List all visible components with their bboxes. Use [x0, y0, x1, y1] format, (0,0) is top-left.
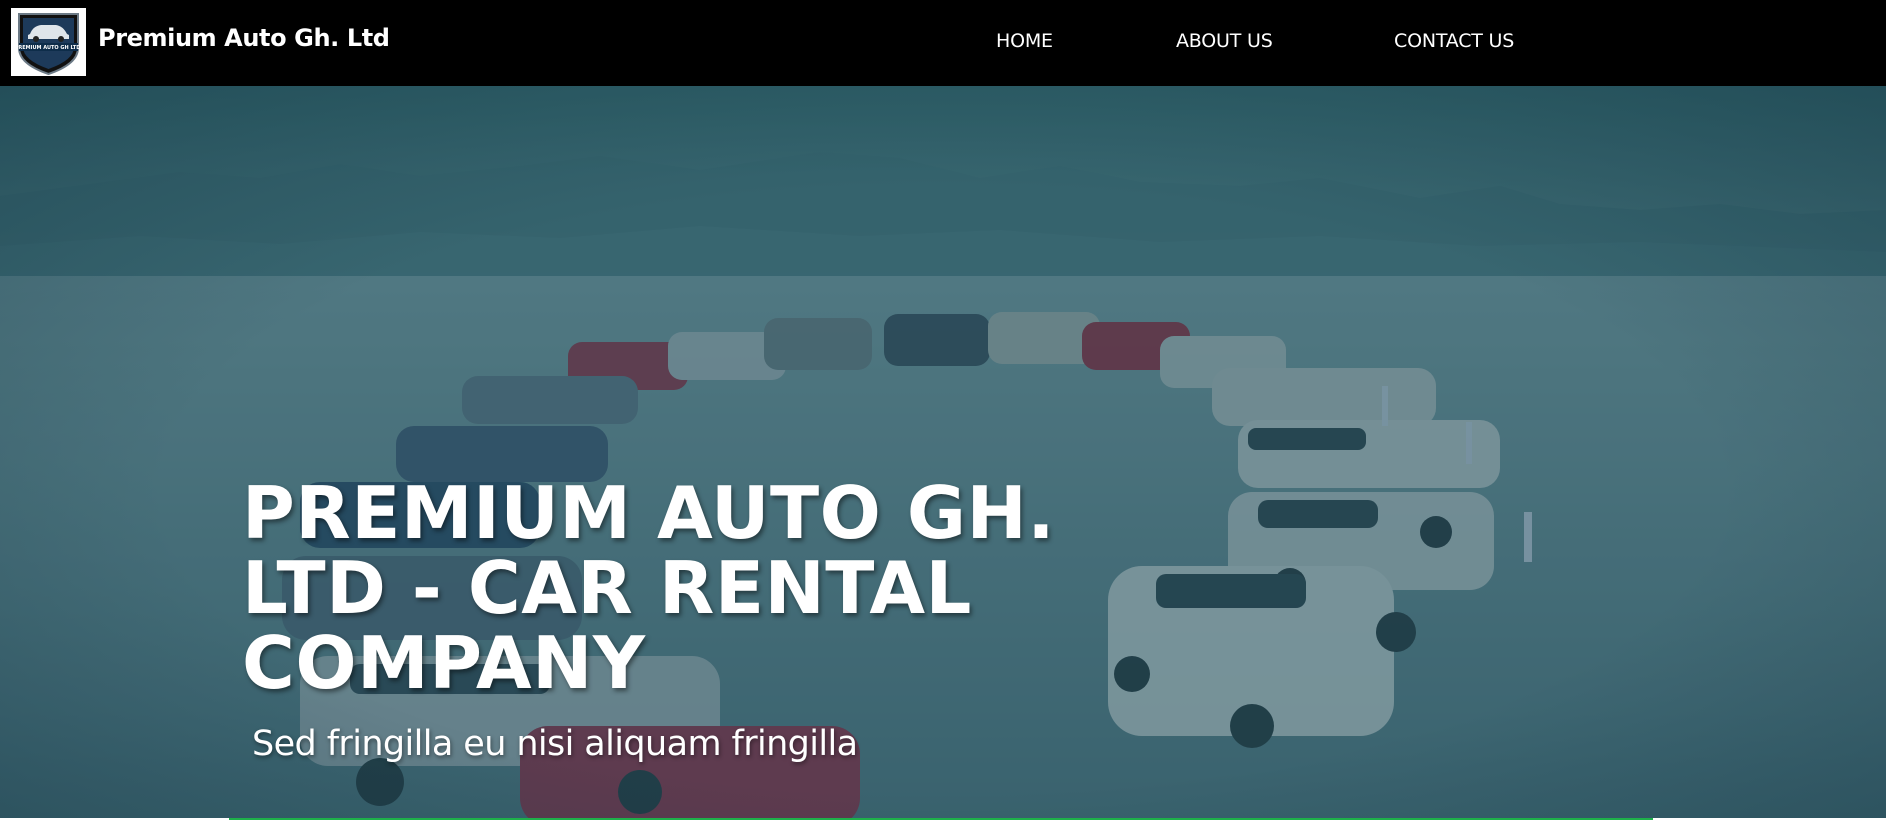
nav-contact-link[interactable]: CONTACT US — [1394, 30, 1514, 52]
logo-text: PREMIUM AUTO GH LTD. — [15, 45, 83, 51]
brand-name[interactable]: Premium Auto Gh. Ltd — [98, 24, 390, 52]
nav-about-link[interactable]: ABOUT US — [1176, 30, 1273, 52]
hero-title: PREMIUM AUTO GH. LTD - CAR RENTAL COMPAN… — [242, 471, 1056, 705]
nav-home-link[interactable]: HOME — [996, 30, 1053, 52]
hero-subtitle: Sed fringilla eu nisi aliquam fringilla — [252, 724, 858, 764]
hero-background-image — [0, 86, 1886, 820]
car-shield-logo-icon: PREMIUM AUTO GH LTD. — [11, 8, 86, 76]
page: PREMIUM AUTO GH LTD. Premium Auto Gh. Lt… — [0, 0, 1886, 820]
navbar: PREMIUM AUTO GH LTD. Premium Auto Gh. Lt… — [0, 0, 1886, 86]
hero-section: PREMIUM AUTO GH. LTD - CAR RENTAL COMPAN… — [0, 86, 1886, 820]
brand-logo[interactable]: PREMIUM AUTO GH LTD. — [11, 8, 86, 76]
